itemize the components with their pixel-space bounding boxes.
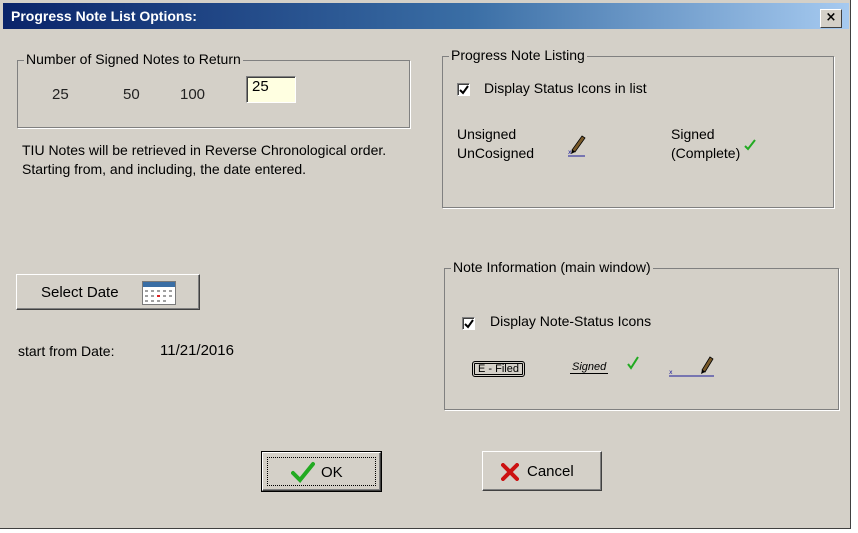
unsigned-pencil-badge-icon: x [668, 356, 720, 381]
cancel-x-icon [501, 463, 519, 484]
signed-label: Signed [671, 126, 715, 142]
note-info-group: Note Information (main window) [444, 259, 839, 410]
cancel-button[interactable]: Cancel [482, 451, 602, 491]
display-note-status-checkbox[interactable] [462, 317, 475, 330]
signed-check-icon [743, 138, 757, 155]
complete-label: (Complete) [671, 145, 741, 161]
filed-badge-label: E - Filed [478, 363, 519, 375]
dialog-window: Progress Note List Options: × Number of … [0, 0, 851, 529]
signed-badge: Signed [570, 356, 639, 379]
start-date-value: 11/21/2016 [160, 342, 234, 359]
notes-option-50[interactable]: 50 [123, 86, 140, 103]
cancel-label: Cancel [527, 463, 574, 480]
notes-count-input[interactable]: 25 [246, 76, 296, 103]
svg-text:x: x [568, 149, 572, 156]
svg-text:x: x [669, 369, 673, 376]
info-text: TIU Notes will be retrieved in Reverse C… [22, 142, 387, 177]
signed-badge-check-icon [626, 355, 640, 374]
filed-badge: E - Filed [472, 361, 525, 377]
close-button[interactable]: × [820, 9, 842, 28]
uncosigned-label: UnCosigned [457, 145, 535, 161]
signed-badge-label: Signed [570, 361, 609, 374]
note-listing-group-title: Progress Note Listing [449, 47, 587, 63]
display-status-icons-checkbox[interactable] [457, 83, 470, 96]
dialog-title: Progress Note List Options: [11, 8, 197, 24]
select-date-label: Select Date [41, 284, 119, 301]
notes-option-25[interactable]: 25 [52, 86, 69, 103]
unsigned-label: Unsigned [457, 126, 517, 142]
start-date-label: start from Date: [18, 343, 115, 359]
ok-label: OK [321, 464, 343, 481]
calendar-icon [142, 281, 176, 308]
display-note-status-label[interactable]: Display Note-Status Icons [490, 313, 651, 329]
display-status-icons-label[interactable]: Display Status Icons in list [484, 80, 647, 96]
notes-option-100[interactable]: 100 [180, 86, 205, 103]
title-bar[interactable]: Progress Note List Options: × [3, 3, 849, 29]
note-info-group-title: Note Information (main window) [451, 259, 653, 275]
unsigned-pencil-icon: x [567, 134, 587, 161]
ok-check-icon [291, 461, 315, 486]
ok-button[interactable]: OK [261, 451, 382, 492]
signed-notes-group: Number of Signed Notes to Return [17, 51, 410, 128]
signed-notes-group-title: Number of Signed Notes to Return [24, 51, 243, 67]
select-date-button[interactable]: Select Date [16, 274, 200, 310]
